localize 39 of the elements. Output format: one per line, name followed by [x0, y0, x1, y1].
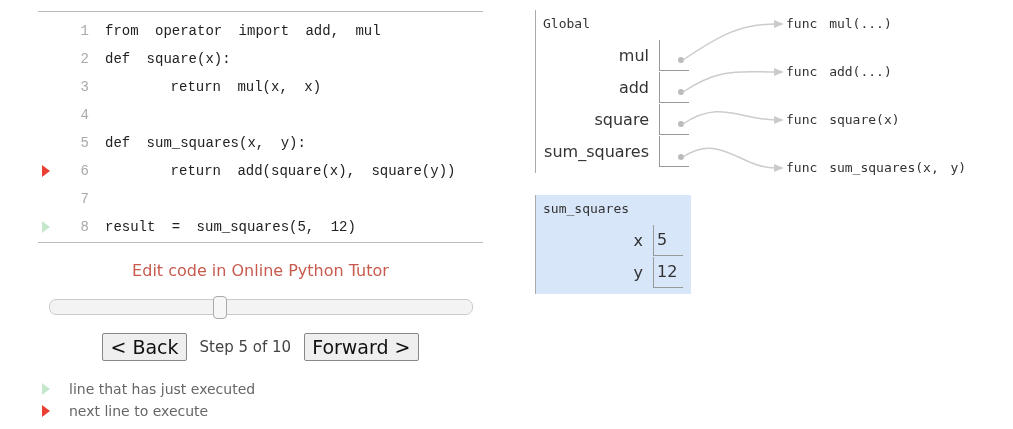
code-line: def square(x):	[105, 51, 231, 67]
variable-name: add	[618, 77, 649, 97]
frame-title: sum_squares	[543, 201, 631, 216]
executed-line-arrow-icon	[42, 221, 50, 233]
legend-text: next line to execute	[69, 403, 209, 419]
code-line: result = sum_squares(5, 12)	[105, 219, 356, 235]
code-line: def sum_squares(x, y):	[105, 135, 306, 151]
variable-name: y	[633, 262, 643, 282]
line-number: 5	[79, 135, 89, 151]
function-object: func add(...)	[786, 63, 893, 81]
line-number: 1	[79, 23, 89, 39]
function-object: func mul(...)	[786, 15, 893, 33]
line-number: 7	[79, 191, 89, 207]
function-object: func sum_squares(x, y)	[786, 159, 967, 177]
slider-thumb[interactable]	[212, 296, 227, 319]
code-line: return add(square(x), square(y))	[169, 163, 456, 179]
legend-text: line that has just executed	[69, 381, 256, 397]
frame-title: Global	[543, 16, 591, 31]
variable-name: mul	[618, 45, 649, 65]
back-button[interactable]: < Back	[102, 333, 187, 361]
code-line: from operator import add, mul	[105, 23, 381, 39]
function-object: func square(x)	[786, 111, 901, 129]
variable-name: x	[633, 230, 643, 250]
variable-name: sum_squares	[544, 141, 649, 161]
step-counter: Step 5 of 10	[199, 338, 292, 356]
variable-value: 5	[653, 224, 683, 256]
line-number: 3	[79, 79, 89, 95]
line-number: 2	[79, 51, 89, 67]
forward-button[interactable]: Forward >	[304, 333, 419, 361]
line-number: 4	[79, 107, 89, 123]
code-line: return mul(x, x)	[169, 79, 322, 95]
line-number: 8	[79, 219, 89, 235]
edit-code-link[interactable]: Edit code in Online Python Tutor	[132, 261, 389, 280]
line-number: 6	[79, 163, 89, 179]
next-line-arrow-icon	[42, 405, 50, 417]
variable-name: square	[594, 109, 649, 129]
variable-value: 12	[653, 256, 683, 288]
next-line-arrow-icon	[42, 165, 50, 177]
executed-line-arrow-icon	[42, 383, 50, 395]
